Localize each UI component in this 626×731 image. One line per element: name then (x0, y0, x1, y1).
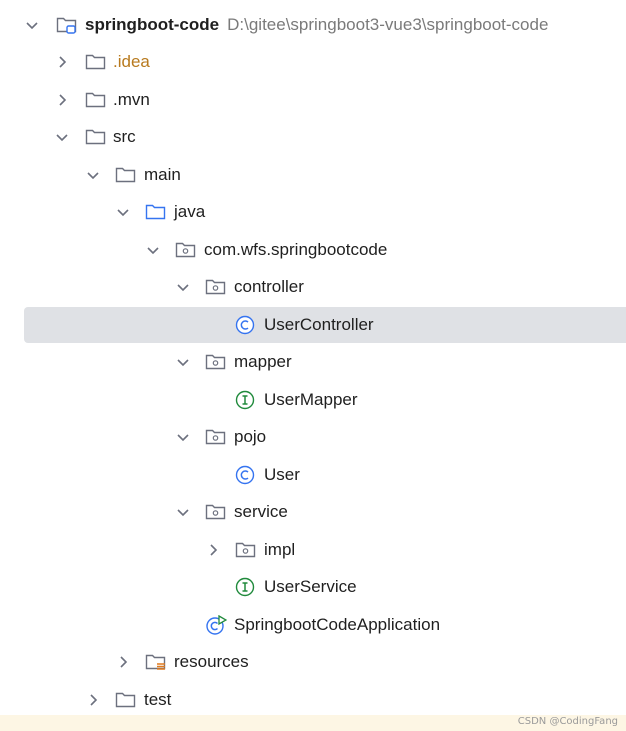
chevron-right-icon[interactable] (54, 54, 70, 70)
project-path: D:\gitee\springboot3-vue3\springboot-cod… (227, 15, 549, 34)
package-label: pojo (234, 427, 267, 446)
folder-label: main (144, 165, 181, 184)
module-icon (56, 15, 78, 35)
chevron-down-icon[interactable] (175, 429, 191, 445)
folder-label: src (113, 127, 136, 146)
tree-row-pojo[interactable]: pojo (0, 419, 626, 455)
class-icon (235, 315, 257, 335)
tree-row-test[interactable]: test (0, 682, 626, 718)
chevron-down-icon[interactable] (175, 279, 191, 295)
package-label: service (234, 502, 288, 521)
chevron-right-icon[interactable] (115, 654, 131, 670)
tree-row-mapper[interactable]: mapper (0, 344, 626, 380)
package-icon (205, 352, 227, 372)
folder-icon (85, 52, 107, 72)
tree-row-controller[interactable]: controller (0, 269, 626, 305)
chevron-down-icon[interactable] (175, 354, 191, 370)
tree-row-project[interactable]: springboot-code D:\gitee\springboot3-vue3… (0, 7, 626, 43)
folder-label: resources (174, 652, 249, 671)
spring-boot-app-icon (205, 615, 227, 635)
chevron-down-icon[interactable] (54, 129, 70, 145)
interface-icon (235, 577, 257, 597)
folder-icon (115, 165, 137, 185)
class-label: SpringbootCodeApplication (234, 615, 441, 634)
chevron-down-icon[interactable] (175, 504, 191, 520)
watermark: CSDN @CodingFang (517, 716, 618, 727)
folder-label: test (144, 690, 172, 709)
folder-label: java (174, 202, 206, 221)
chevron-right-icon[interactable] (205, 542, 221, 558)
package-icon (205, 502, 227, 522)
tree-row-user-mapper[interactable]: UserMapper (0, 382, 626, 418)
package-label: impl (264, 540, 296, 559)
class-label: User (264, 465, 300, 484)
chevron-right-icon[interactable] (54, 92, 70, 108)
package-label: controller (234, 277, 304, 296)
package-label: mapper (234, 352, 292, 371)
tree-row-application[interactable]: SpringbootCodeApplication (0, 607, 626, 643)
project-name: springboot-code D:\gitee\springboot3-vue3… (85, 15, 548, 35)
tree-row-src[interactable]: src (0, 119, 626, 155)
package-icon (205, 277, 227, 297)
resources-folder-icon (145, 652, 167, 672)
project-name-text: springboot-code (85, 15, 220, 34)
source-folder-icon (145, 202, 167, 222)
tree-row-package[interactable]: com.wfs.springbootcode (0, 232, 626, 268)
package-icon (175, 240, 197, 260)
tree-row-user[interactable]: User (0, 457, 626, 493)
tree-row-java[interactable]: java (0, 194, 626, 230)
tree-row-main[interactable]: main (0, 157, 626, 193)
interface-icon (235, 390, 257, 410)
chevron-down-icon[interactable] (145, 242, 161, 258)
tree-row-resources[interactable]: resources (0, 644, 626, 680)
folder-icon (115, 690, 137, 710)
chevron-down-icon[interactable] (85, 167, 101, 183)
package-icon (235, 540, 257, 560)
tree-row-user-controller[interactable]: UserController (24, 307, 626, 343)
folder-icon (85, 127, 107, 147)
tree-row-impl[interactable]: impl (0, 532, 626, 568)
interface-label: UserService (264, 577, 357, 596)
tree-row-user-service[interactable]: UserService (0, 569, 626, 605)
chevron-right-icon[interactable] (85, 692, 101, 708)
chevron-down-icon[interactable] (115, 204, 131, 220)
tree-row-mvn[interactable]: .mvn (0, 82, 626, 118)
tree-row-idea[interactable]: .idea (0, 44, 626, 80)
class-icon (235, 465, 257, 485)
interface-label: UserMapper (264, 390, 358, 409)
class-label: UserController (264, 315, 374, 334)
folder-label: .idea (113, 52, 150, 71)
folder-icon (85, 90, 107, 110)
tree-row-service[interactable]: service (0, 494, 626, 530)
folder-label: .mvn (113, 90, 150, 109)
chevron-down-icon[interactable] (24, 17, 40, 33)
package-label: com.wfs.springbootcode (204, 240, 388, 259)
package-icon (205, 427, 227, 447)
